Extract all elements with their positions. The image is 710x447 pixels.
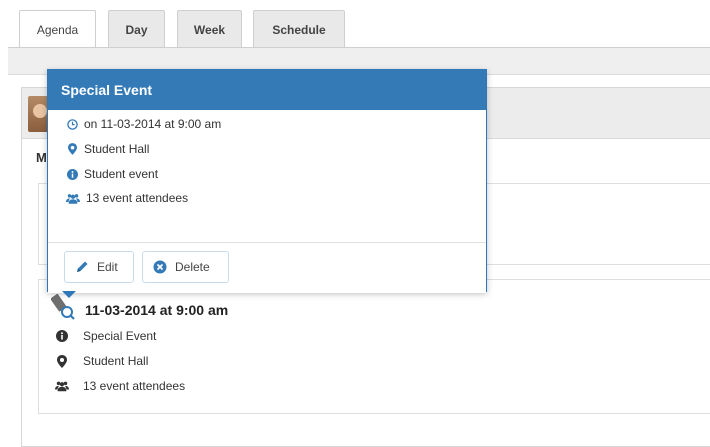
- tab-day[interactable]: Day: [108, 10, 165, 48]
- info-icon: [55, 330, 69, 342]
- popover-category: Student event: [84, 167, 159, 181]
- tab-week-label: Week: [193, 22, 226, 37]
- popover-attendees-row: 13 event attendees: [66, 191, 188, 205]
- agenda-event-location-row: Student Hall: [55, 354, 148, 368]
- map-marker-icon: [55, 354, 69, 368]
- popover-datetime: on 11-03-2014 at 9:00 am: [84, 117, 222, 131]
- info-icon: [66, 168, 78, 180]
- delete-button-label: Delete: [175, 260, 210, 274]
- agenda-event-datetime: 11-03-2014 at 9:00 am: [85, 301, 229, 318]
- users-icon: [55, 380, 69, 392]
- tab-week[interactable]: Week: [177, 10, 242, 48]
- event-popover: Special Event on 11-03-2014 at 9:00 am S…: [47, 69, 487, 298]
- agenda-event-title-row: Special Event: [55, 329, 156, 343]
- clock-icon: [66, 118, 78, 130]
- edit-button[interactable]: Edit: [64, 251, 134, 283]
- popover-location: Student Hall: [84, 142, 150, 156]
- popover-attendees: 13 event attendees: [86, 191, 189, 205]
- tab-day-label: Day: [125, 22, 148, 37]
- popover-datetime-row: on 11-03-2014 at 9:00 am: [66, 117, 221, 131]
- popover-footer: Edit Delete: [48, 242, 486, 293]
- remove-circle-icon: [153, 260, 167, 274]
- tab-agenda[interactable]: Agenda: [19, 10, 96, 49]
- map-marker-icon: [66, 143, 78, 155]
- popover-arrow: [62, 291, 76, 298]
- agenda-event-title: Special Event: [83, 329, 157, 343]
- tab-schedule[interactable]: Schedule: [253, 10, 345, 48]
- agenda-event-location: Student Hall: [83, 354, 149, 368]
- tab-agenda-label: Agenda: [36, 23, 79, 37]
- delete-button[interactable]: Delete: [142, 251, 229, 283]
- pencil-icon: [75, 260, 89, 274]
- agenda-event-attendees: 13 event attendees: [83, 379, 186, 393]
- tab-schedule-label: Schedule: [272, 22, 326, 37]
- edit-button-label: Edit: [97, 260, 118, 274]
- agenda-event-attendees-row: 13 event attendees: [55, 379, 185, 393]
- users-icon: [66, 193, 80, 204]
- agenda-event-header[interactable]: 11-03-2014 at 9:00 am: [50, 293, 229, 326]
- popover-category-row: Student event: [66, 167, 158, 181]
- popover-location-row: Student Hall: [66, 142, 149, 156]
- section-label: M: [36, 150, 47, 165]
- popover-title: Special Event: [48, 70, 486, 110]
